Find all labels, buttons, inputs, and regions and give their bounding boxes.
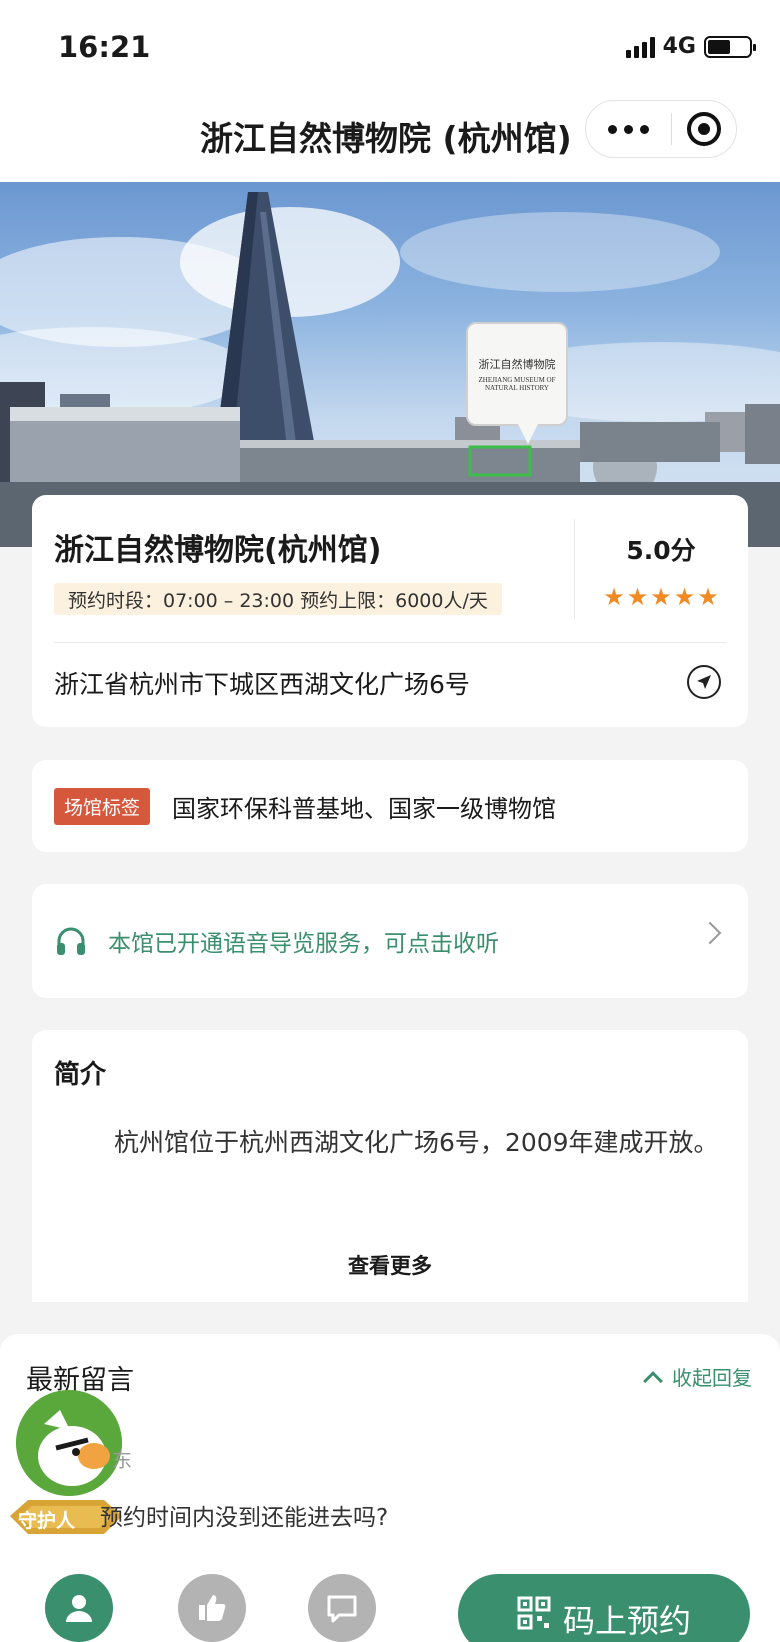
- star-icon: ★: [650, 583, 672, 611]
- tags-badge: 场馆标签: [54, 787, 151, 825]
- collapse-replies-label: 收起回复: [672, 1366, 752, 1390]
- status-bar: 16:21 4G: [0, 0, 780, 92]
- comment-button[interactable]: [308, 1574, 376, 1642]
- star-rating: ★ ★ ★ ★ ★: [574, 585, 748, 609]
- tags-text: 国家环保科普基地、国家一级博物馆: [172, 794, 557, 823]
- chevron-right-icon: [698, 921, 722, 945]
- hero-image: 浙江自然博物院 ZHEJIANG MUSEUM OF NATURAL HISTO…: [0, 182, 780, 547]
- headphones-icon: [57, 927, 85, 955]
- audio-guide-card[interactable]: 本馆已开通语音导览服务，可点击收听: [32, 884, 748, 998]
- bottom-action-bar: 码上预约: [0, 1554, 780, 1642]
- intro-card: 简介 杭州馆位于杭州西湖文化广场6号，2009年建成开放。 查看更多: [32, 1030, 748, 1302]
- more-button[interactable]: [586, 101, 671, 157]
- network-type: 4G: [662, 34, 696, 59]
- profile-button[interactable]: [45, 1574, 113, 1642]
- navigation-arrow-icon: [697, 675, 711, 689]
- view-more-button[interactable]: 查看更多: [32, 1250, 748, 1280]
- person-icon: [66, 1595, 92, 1622]
- star-icon: ★: [603, 583, 625, 611]
- comment-username: 东: [112, 1448, 132, 1472]
- museum-sign-cn: 浙江自然博物院: [478, 357, 556, 371]
- intro-title: 简介: [54, 1060, 107, 1090]
- signal-icon: [625, 36, 655, 58]
- target-icon: [687, 112, 722, 146]
- comment-text: 预约时间内没到还能进去吗?: [100, 1505, 389, 1531]
- battery-icon: [704, 35, 756, 58]
- info-divider: [54, 642, 726, 643]
- venue-tags-card: 场馆标签 国家环保科普基地、国家一级博物馆: [32, 760, 748, 852]
- zebra-avatar-icon: [16, 1390, 122, 1496]
- nav-bar: 浙江自然博物院 (杭州馆): [0, 92, 780, 182]
- book-button[interactable]: 码上预约: [458, 1574, 750, 1642]
- comments-section: 最新留言 收起回复 守护人 东 预约时间内没到还能进去吗?: [0, 1334, 780, 1554]
- comment-bubble-icon: [327, 1595, 357, 1623]
- page-title: 浙江自然博物院 (杭州馆): [200, 119, 572, 158]
- miniprogram-capsule: [585, 100, 737, 158]
- chevron-up-icon: [643, 1370, 663, 1391]
- intro-body: 杭州馆位于杭州西湖文化广场6号，2009年建成开放。: [114, 1128, 719, 1157]
- book-button-label: 码上预约: [562, 1602, 691, 1640]
- museum-sign-en: ZHEJIANG MUSEUM OF NATURAL HISTORY: [478, 375, 556, 392]
- star-icon: ★: [626, 583, 649, 611]
- venue-address: 浙江省杭州市下城区西湖文化广场6号: [54, 670, 470, 699]
- more-dots-icon: [608, 124, 618, 134]
- venue-info-card: 浙江自然博物院(杭州馆) 预约时段：07:00 – 23:00 预约上限：600…: [32, 495, 748, 727]
- navigate-button[interactable]: [687, 665, 721, 699]
- thumbs-up-icon: [199, 1595, 226, 1621]
- booking-hours: 预约时段：07:00 – 23:00 预约上限：6000人/天: [54, 583, 502, 615]
- star-icon: ★: [673, 583, 696, 611]
- qr-code-icon: [517, 1596, 551, 1630]
- venue-score: 5.0分: [626, 536, 696, 565]
- close-miniprogram-button[interactable]: [672, 101, 736, 157]
- collapse-replies-button[interactable]: 收起回复: [643, 1362, 752, 1391]
- star-icon: ★: [697, 583, 719, 611]
- like-button[interactable]: [178, 1574, 246, 1642]
- status-time: 16:21: [58, 30, 151, 64]
- skyline-illustration: [0, 192, 780, 547]
- venue-name: 浙江自然博物院(杭州馆): [54, 533, 382, 568]
- avatar[interactable]: [16, 1390, 122, 1496]
- guardian-badge-label: 守护人: [18, 1510, 76, 1532]
- museum-sign: 浙江自然博物院 ZHEJIANG MUSEUM OF NATURAL HISTO…: [466, 322, 568, 444]
- status-indicators: 4G: [625, 34, 756, 59]
- audio-guide-text: 本馆已开通语音导览服务，可点击收听: [108, 931, 499, 957]
